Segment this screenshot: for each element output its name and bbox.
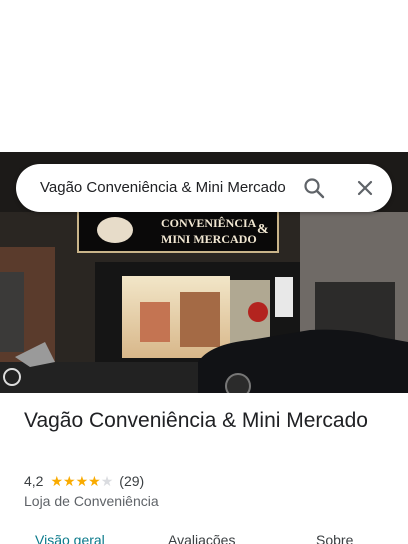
- sign-ampersand: &: [257, 222, 269, 237]
- rating-value: 4,2: [24, 473, 44, 489]
- sign-line2: MINI MERCADO: [161, 232, 257, 246]
- review-count[interactable]: (29): [119, 473, 144, 489]
- rating-stars: ★ ★ ★ ★ ★: [50, 474, 113, 488]
- close-icon[interactable]: [353, 176, 377, 200]
- sign-line1: CONVENIÊNCIA: [161, 216, 257, 230]
- search-input[interactable]: Vagão Conveniência & Mini Mercado: [40, 178, 288, 198]
- search-icon[interactable]: [302, 176, 326, 200]
- star-icon: ★: [50, 473, 64, 489]
- search-bar[interactable]: Vagão Conveniência & Mini Mercado: [16, 164, 392, 212]
- place-category[interactable]: Loja de Conveniência: [24, 493, 159, 509]
- star-icon: ★: [75, 473, 89, 489]
- tab-bar: Visão geral Avaliações Sobre: [0, 530, 408, 544]
- star-icon: ★: [88, 473, 101, 489]
- star-icon: ★: [63, 473, 76, 489]
- tab-reviews[interactable]: Avaliações: [168, 532, 235, 544]
- place-title: Vagão Conveniência & Mini Mercado: [24, 409, 368, 432]
- tab-overview[interactable]: Visão geral: [35, 532, 105, 544]
- star-empty-icon: ★: [100, 473, 114, 489]
- tab-about[interactable]: Sobre: [316, 532, 353, 544]
- rating-row[interactable]: 4,2 ★ ★ ★ ★ ★ (29): [24, 472, 144, 490]
